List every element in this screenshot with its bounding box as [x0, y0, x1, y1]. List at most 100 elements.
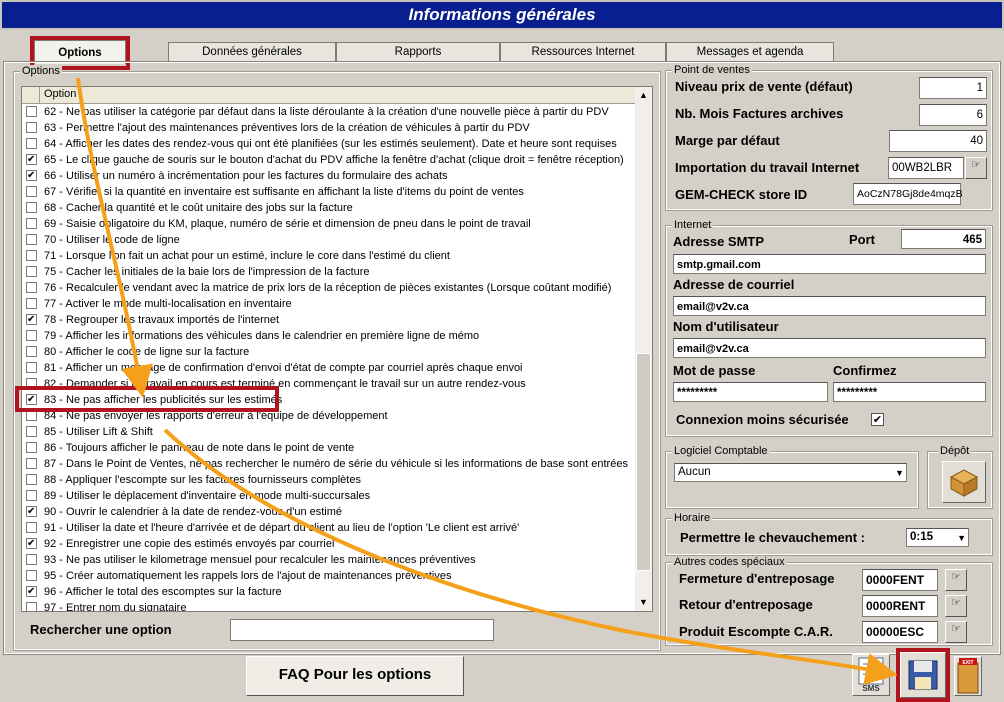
option-checkbox[interactable]: [26, 168, 37, 184]
option-checkbox[interactable]: [26, 458, 37, 469]
option-checkbox[interactable]: [26, 202, 37, 213]
option-row[interactable]: 62 - Ne pas utiliser la catégorie par dé…: [22, 104, 636, 120]
escompte-lookup-button[interactable]: ☞: [945, 621, 967, 643]
option-text: 81 - Afficher un message de confirmation…: [44, 362, 523, 374]
option-row[interactable]: 91 - Utiliser la date et l'heure d'arriv…: [22, 520, 636, 536]
option-checkbox[interactable]: [26, 362, 37, 373]
marge-field[interactable]: 40: [889, 130, 987, 152]
option-checkbox[interactable]: [26, 250, 37, 261]
faq-button[interactable]: FAQ Pour les options: [246, 656, 464, 696]
option-checkbox[interactable]: [26, 474, 37, 485]
option-row[interactable]: 89 - Utiliser le déplacement d'inventair…: [22, 488, 636, 504]
option-row[interactable]: 69 - Saisie obligatoire du KM, plaque, n…: [22, 216, 636, 232]
option-checkbox[interactable]: [26, 584, 37, 600]
niveau-prix-label: Niveau prix de vente (défaut): [675, 79, 853, 94]
option-checkbox[interactable]: [26, 602, 37, 611]
option-row[interactable]: 70 - Utiliser le code de ligne: [22, 232, 636, 248]
options-group-label: Options: [20, 65, 62, 77]
option-row[interactable]: 64 - Afficher les dates des rendez-vous …: [22, 136, 636, 152]
option-row[interactable]: 76 - Recalculer le vendant avec la matri…: [22, 280, 636, 296]
search-option-input[interactable]: [230, 619, 494, 641]
option-row[interactable]: 97 - Entrer nom du signataire: [22, 600, 636, 611]
option-checkbox[interactable]: [26, 330, 37, 341]
option-row[interactable]: 78 - Regrouper les travaux importés de l…: [22, 312, 636, 328]
option-checkbox[interactable]: [26, 490, 37, 501]
option-checkbox[interactable]: [26, 554, 37, 565]
option-row[interactable]: 80 - Afficher le code de ligne sur la fa…: [22, 344, 636, 360]
gemcheck-field[interactable]: AoCzN78Gj8de4mqzB: [853, 183, 963, 205]
logiciel-comptable-select[interactable]: Aucun ▼: [674, 463, 907, 482]
fermeture-field[interactable]: 0000FENT: [862, 569, 938, 591]
option-checkbox[interactable]: [26, 152, 37, 168]
option-checkbox[interactable]: [26, 426, 37, 437]
port-field[interactable]: 465: [901, 229, 986, 249]
tab-ressources-internet[interactable]: Ressources Internet: [500, 42, 666, 62]
option-row[interactable]: 67 - Vérifier si la quantité en inventai…: [22, 184, 636, 200]
tab-messages-agenda[interactable]: Messages et agenda: [666, 42, 834, 62]
option-row[interactable]: 81 - Afficher un message de confirmation…: [22, 360, 636, 376]
exit-door-icon: EXIT: [957, 658, 979, 694]
fermeture-lookup-button[interactable]: ☞: [945, 569, 967, 591]
option-row[interactable]: 92 - Enregistrer une copie des estimés e…: [22, 536, 636, 552]
option-row[interactable]: 88 - Appliquer l'escompte sur les factur…: [22, 472, 636, 488]
option-row[interactable]: 93 - Ne pas utiliser le kilometrage mens…: [22, 552, 636, 568]
option-checkbox[interactable]: [26, 218, 37, 229]
option-row[interactable]: 68 - Cacher la quantité et le coût unita…: [22, 200, 636, 216]
option-checkbox[interactable]: [26, 298, 37, 309]
option-checkbox[interactable]: [26, 570, 37, 581]
email-field[interactable]: email@v2v.ca: [673, 296, 986, 316]
tab-donnees-generales[interactable]: Données générales: [168, 42, 336, 62]
insecure-connection-checkbox[interactable]: ✔: [871, 413, 884, 426]
option-checkbox[interactable]: [26, 346, 37, 357]
option-row[interactable]: 87 - Dans le Point de Ventes, ne pas rec…: [22, 456, 636, 472]
sms-button[interactable]: SMS: [852, 654, 890, 696]
smtp-label: Adresse SMTP: [673, 234, 765, 249]
option-checkbox[interactable]: [26, 186, 37, 197]
import-field[interactable]: 00WB2LBR: [888, 157, 964, 179]
password-field[interactable]: *********: [673, 382, 828, 402]
option-row[interactable]: 79 - Afficher les informations des véhic…: [22, 328, 636, 344]
option-checkbox[interactable]: [26, 522, 37, 533]
option-row[interactable]: 85 - Utiliser Lift & Shift: [22, 424, 636, 440]
exit-button[interactable]: EXIT: [954, 656, 982, 696]
option-checkbox[interactable]: [26, 106, 37, 117]
option-checkbox[interactable]: [26, 138, 37, 149]
nb-mois-field[interactable]: 6: [919, 104, 987, 126]
escompte-field[interactable]: 00000ESC: [862, 621, 938, 643]
retour-field[interactable]: 0000RENT: [862, 595, 938, 617]
option-row[interactable]: 75 - Cacher les initiales de la baie lor…: [22, 264, 636, 280]
depot-button[interactable]: [942, 461, 986, 503]
option-checkbox[interactable]: [26, 266, 37, 277]
chevauchement-select[interactable]: 0:15 ▼: [906, 528, 969, 547]
option-checkbox[interactable]: [26, 442, 37, 453]
confirm-password-field[interactable]: *********: [833, 382, 986, 402]
options-list[interactable]: Option 62 - Ne pas utiliser la catégorie…: [21, 86, 653, 612]
retour-lookup-button[interactable]: ☞: [945, 595, 967, 617]
option-row[interactable]: 66 - Utiliser un numéro à incrémentation…: [22, 168, 636, 184]
option-row[interactable]: 63 - Permettre l'ajout des maintenances …: [22, 120, 636, 136]
smtp-field[interactable]: smtp.gmail.com: [673, 254, 986, 274]
option-checkbox[interactable]: [26, 234, 37, 245]
option-checkbox[interactable]: [26, 282, 37, 293]
user-field[interactable]: email@v2v.ca: [673, 338, 986, 358]
tab-rapports[interactable]: Rapports: [336, 42, 500, 62]
import-lookup-button[interactable]: ☞: [965, 157, 987, 179]
option-row[interactable]: 71 - Lorsque l'on fait un achat pour un …: [22, 248, 636, 264]
hand-pointer-icon: ☞: [951, 571, 961, 583]
option-row[interactable]: 65 - Le clique gauche de souris sur le b…: [22, 152, 636, 168]
scroll-thumb[interactable]: [636, 353, 651, 571]
scroll-up-icon[interactable]: ▲: [635, 87, 652, 104]
option-row[interactable]: 96 - Afficher le total des escomptes sur…: [22, 584, 636, 600]
option-row[interactable]: 86 - Toujours afficher le panneau de not…: [22, 440, 636, 456]
option-checkbox[interactable]: [26, 312, 37, 328]
option-checkbox[interactable]: [26, 122, 37, 133]
option-row[interactable]: 90 - Ouvrir le calendrier à la date de r…: [22, 504, 636, 520]
option-row[interactable]: 77 - Activer le mode multi-localisation …: [22, 296, 636, 312]
niveau-prix-field[interactable]: 1: [919, 77, 987, 99]
search-option-label: Rechercher une option: [30, 622, 172, 637]
option-row[interactable]: 95 - Créer automatiquement les rappels l…: [22, 568, 636, 584]
scroll-down-icon[interactable]: ▼: [635, 594, 652, 611]
options-scrollbar[interactable]: ▲ ▼: [635, 87, 652, 611]
option-checkbox[interactable]: [26, 536, 37, 552]
option-checkbox[interactable]: [26, 504, 37, 520]
